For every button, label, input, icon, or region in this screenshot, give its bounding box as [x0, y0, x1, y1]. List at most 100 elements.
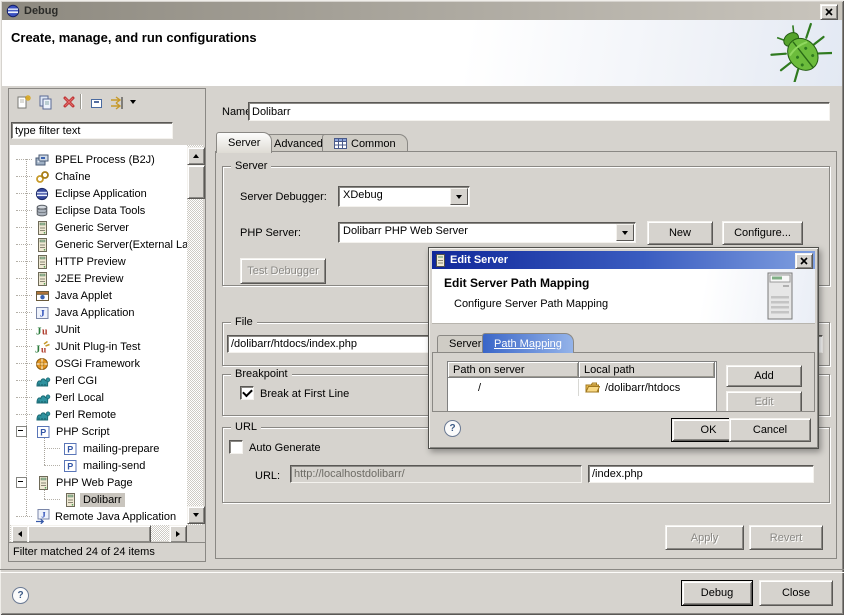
duplicate-configuration-button[interactable]	[35, 92, 57, 112]
tree-item-dolibarr[interactable]: Dolibarr	[10, 491, 187, 508]
new-configuration-button[interactable]	[13, 92, 35, 112]
tree-item-java-application[interactable]: JJava Application	[10, 304, 187, 321]
dialog-help-icon[interactable]: ?	[444, 420, 461, 437]
tree-item-eclipse-data-tools[interactable]: Eclipse Data Tools	[10, 202, 187, 219]
tree-item-php-script[interactable]: PPHP Script	[10, 423, 187, 440]
filter-input[interactable]	[11, 122, 173, 139]
chevron-down-icon[interactable]	[616, 224, 634, 241]
tree-item-generic-server-external-la[interactable]: Generic Server(External La	[10, 236, 187, 253]
tree-vscrollbar[interactable]	[187, 145, 203, 525]
filter-menu-chevron-icon[interactable]	[127, 92, 139, 112]
break-first-line-checkbox[interactable]	[240, 386, 254, 400]
window-close-icon[interactable]	[820, 4, 838, 20]
filter-status-text: Filter matched 24 of 24 items	[13, 546, 155, 558]
tab-common[interactable]: Common	[322, 134, 408, 152]
tree-connector	[16, 193, 32, 194]
hscroll-thumb[interactable]	[27, 525, 151, 543]
tree-item-mailing-send[interactable]: Pmailing-send	[10, 457, 187, 474]
scrollbar-corner	[187, 525, 203, 541]
dialog-banner: Create, manage, and run configurations	[2, 20, 842, 86]
tree-item-osgi-framework[interactable]: OSGi Framework	[10, 355, 187, 372]
server-debugger-value: XDebug	[343, 189, 449, 201]
edit-mapping-button[interactable]: Edit	[726, 391, 802, 413]
path-mapping-table[interactable]: Path on server Local path / /dolibarr/ht…	[447, 361, 717, 413]
tree-item-java-applet[interactable]: Java Applet	[10, 287, 187, 304]
tree-item-php-web-page[interactable]: PHP Web Page	[10, 474, 187, 491]
tree-item-cha-ne[interactable]: Chaîne	[10, 168, 187, 185]
scroll-up-icon[interactable]	[187, 147, 205, 165]
junit-icon: Ju	[35, 323, 52, 337]
tree-connector	[16, 159, 32, 160]
server-debugger-select[interactable]: XDebug	[338, 186, 470, 207]
tree-item-perl-cgi[interactable]: Perl CGI	[10, 372, 187, 389]
new-server-button[interactable]: New	[647, 221, 713, 245]
test-debugger-button[interactable]: Test Debugger	[240, 258, 326, 284]
close-button[interactable]: Close	[759, 580, 833, 606]
dialog-button-bar: ? OK Cancel	[432, 411, 815, 445]
tree-item-bpel-process-b2j[interactable]: BPEL Process (B2J)	[10, 151, 187, 168]
scroll-down-icon[interactable]	[187, 506, 205, 524]
tree-collapse-icon[interactable]	[16, 477, 27, 488]
revert-button[interactable]: Revert	[749, 525, 823, 550]
add-mapping-button[interactable]: Add	[726, 365, 802, 387]
tree-item-perl-remote[interactable]: Perl Remote	[10, 406, 187, 423]
launch-tree-panel: BPEL Process (B2J)ChaîneEclipse Applicat…	[8, 88, 206, 562]
tree-connector	[16, 363, 32, 364]
scroll-right-icon[interactable]	[169, 525, 187, 543]
server-group-legend: Server	[231, 159, 271, 173]
launch-type-tree: BPEL Process (B2J)ChaîneEclipse Applicat…	[10, 145, 187, 525]
table-row-cell-server-path[interactable]: /	[448, 379, 579, 396]
auto-generate-label: Auto Generate	[249, 442, 321, 454]
tree-item-remote-java-application[interactable]: JRemote Java Application	[10, 508, 187, 525]
vscroll-thumb[interactable]	[187, 165, 205, 199]
window-titlebar[interactable]: Debug	[2, 2, 842, 20]
help-icon[interactable]: ?	[12, 587, 29, 604]
tree-item-junit[interactable]: JuJUnit	[10, 321, 187, 338]
apply-button[interactable]: Apply	[665, 525, 744, 550]
debug-button[interactable]: Debug	[681, 580, 753, 606]
php-icon: P	[63, 442, 80, 456]
cancel-button[interactable]: Cancel	[729, 418, 811, 442]
column-header-local-path[interactable]: Local path	[579, 362, 715, 378]
tree-item-label: Perl CGI	[52, 374, 100, 388]
tree-item-generic-server[interactable]: Generic Server	[10, 219, 187, 236]
configure-server-button[interactable]: Configure...	[722, 221, 803, 245]
url-group-legend: URL	[231, 420, 261, 434]
chevron-down-icon[interactable]	[450, 188, 468, 205]
tree-item-http-preview[interactable]: HTTP Preview	[10, 253, 187, 270]
filter-configurations-button[interactable]	[107, 92, 129, 112]
collapse-all-button[interactable]	[85, 92, 107, 112]
php-server-select[interactable]: Dolibarr PHP Web Server	[338, 222, 636, 243]
edit-server-subheading: Configure Server Path Mapping	[454, 298, 608, 310]
tree-item-eclipse-application[interactable]: Eclipse Application	[10, 185, 187, 202]
tree-connector	[16, 312, 32, 313]
bpel-process-icon	[35, 153, 52, 167]
auto-generate-checkbox[interactable]	[229, 440, 243, 454]
delete-configuration-button[interactable]	[58, 92, 80, 112]
php-server-label: PHP Server:	[240, 227, 301, 239]
tree-item-label: Java Applet	[52, 289, 115, 303]
tree-item-perl-local[interactable]: Perl Local	[10, 389, 187, 406]
tree-item-junit-plug-in-test[interactable]: JuJUnit Plug-in Test	[10, 338, 187, 355]
tree-item-label: Generic Server(External La	[52, 238, 187, 252]
banner-heading: Create, manage, and run configurations	[11, 30, 257, 45]
url-path-input[interactable]	[588, 465, 814, 483]
svg-text:u: u	[41, 345, 47, 354]
tree-connector	[16, 346, 32, 347]
tree-connector	[16, 278, 32, 279]
tree-collapse-icon[interactable]	[16, 426, 27, 437]
tree-connector	[16, 210, 32, 211]
java-icon: J	[35, 306, 52, 320]
edit-server-heading: Edit Server Path Mapping	[444, 276, 589, 290]
tree-connector	[44, 448, 60, 449]
tree-item-mailing-prepare[interactable]: Pmailing-prepare	[10, 440, 187, 457]
tree-item-j2ee-preview[interactable]: J2EE Preview	[10, 270, 187, 287]
dialog-tab-path-mapping[interactable]: Path Mapping	[482, 333, 574, 353]
name-input[interactable]	[248, 102, 830, 121]
column-header-path-on-server[interactable]: Path on server	[448, 362, 579, 378]
tab-server[interactable]: Server	[216, 132, 272, 153]
table-row-cell-local-path[interactable]: /dolibarr/htdocs	[579, 379, 715, 396]
url-base-input[interactable]	[290, 465, 582, 483]
edit-server-titlebar[interactable]: Edit Server	[432, 251, 815, 269]
edit-server-close-icon[interactable]	[795, 253, 813, 269]
